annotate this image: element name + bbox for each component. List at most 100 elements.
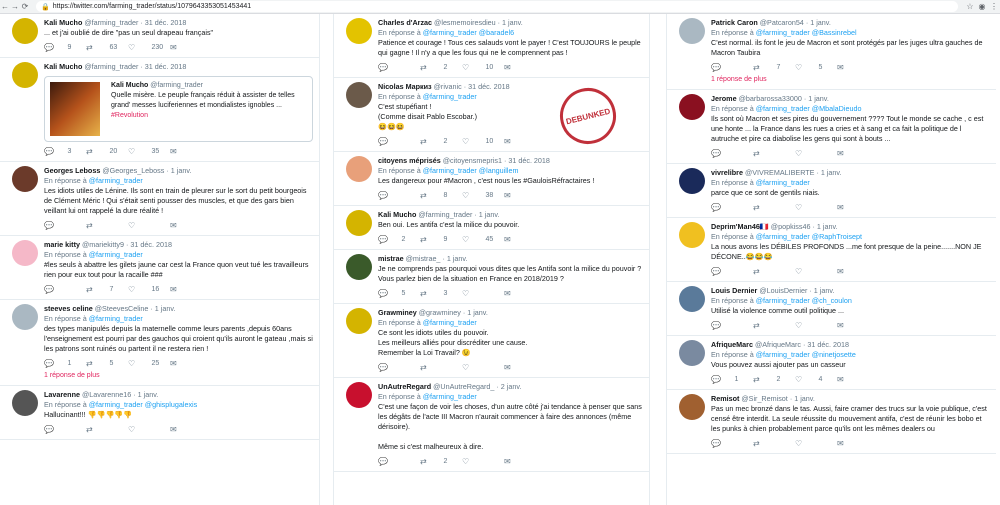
tweet[interactable]: Kali Mucho @farming_trader · 1 janv. Ben … bbox=[334, 206, 649, 250]
author-name[interactable]: AfriqueMarc bbox=[711, 340, 753, 349]
reply-mentions[interactable]: @farming_trader bbox=[423, 318, 477, 327]
retweet-action[interactable]: ⇄ 2 bbox=[753, 375, 795, 385]
tweet-date[interactable]: · 31 déc. 2018 bbox=[803, 340, 849, 349]
tweet-date[interactable]: · 1 janv. bbox=[166, 166, 191, 175]
reply-action[interactable]: 💬 1 bbox=[44, 359, 86, 369]
like-action[interactable]: ♡ bbox=[462, 289, 504, 299]
reply-icon[interactable]: 💬 bbox=[44, 221, 63, 231]
dm-icon[interactable]: ✉ bbox=[837, 267, 874, 277]
dm-icon[interactable]: ✉ bbox=[837, 321, 874, 331]
avatar[interactable] bbox=[679, 394, 705, 420]
dm-action[interactable]: ✉ bbox=[837, 321, 879, 331]
author-name[interactable]: citoyens méprisés bbox=[378, 156, 441, 165]
dm-action[interactable]: ✉ bbox=[504, 191, 546, 201]
retweet-action[interactable]: ⇄ 3 bbox=[420, 289, 462, 299]
avatar[interactable] bbox=[679, 340, 705, 366]
tweet[interactable]: vivrelibre @VIVREMALIBERTE · 1 janv. En r… bbox=[667, 164, 996, 218]
reply-mentions[interactable]: @farming_trader @ch_coulon bbox=[756, 296, 852, 305]
reply-icon[interactable]: 💬 bbox=[711, 149, 730, 159]
retweet-icon[interactable]: ⇄ bbox=[420, 63, 439, 73]
retweet-action[interactable]: ⇄ bbox=[86, 425, 128, 435]
dm-action[interactable]: ✉ bbox=[170, 147, 212, 157]
retweet-action[interactable]: ⇄ 7 bbox=[86, 285, 128, 295]
like-action[interactable]: ♡ bbox=[462, 457, 504, 467]
author-handle[interactable]: @Patcaron54 bbox=[760, 18, 804, 27]
retweet-action[interactable]: ⇄ bbox=[86, 221, 128, 231]
avatar[interactable] bbox=[346, 210, 372, 236]
dm-action[interactable]: ✉ bbox=[837, 375, 879, 385]
dm-icon[interactable]: ✉ bbox=[504, 137, 541, 147]
author-name[interactable]: Remisot bbox=[711, 394, 739, 403]
author-name[interactable]: Kali Mucho bbox=[44, 62, 82, 71]
like-action[interactable]: ♡ 230 bbox=[128, 43, 170, 53]
author-name[interactable]: Charles d'Arzac bbox=[378, 18, 432, 27]
author-handle[interactable]: @farming_trader bbox=[84, 62, 138, 71]
avatar[interactable] bbox=[679, 286, 705, 312]
retweet-icon[interactable]: ⇄ bbox=[753, 439, 772, 449]
like-action[interactable]: ♡ 4 bbox=[795, 375, 837, 385]
tweet-date[interactable]: · 1 janv. bbox=[498, 18, 523, 27]
reply-action[interactable]: 💬 1 bbox=[711, 375, 753, 385]
avatar[interactable] bbox=[679, 18, 705, 44]
reply-action[interactable]: 💬 bbox=[378, 63, 420, 73]
like-action[interactable]: ♡ 10 bbox=[462, 137, 504, 147]
author-handle[interactable]: @mariekitty9 bbox=[82, 240, 124, 249]
like-action[interactable]: ♡ 5 bbox=[795, 63, 837, 73]
retweet-icon[interactable]: ⇄ bbox=[753, 321, 772, 331]
reply-icon[interactable]: 💬 bbox=[378, 137, 397, 147]
reply-mentions[interactable]: @farming_trader bbox=[89, 314, 143, 323]
tweet-date[interactable]: · 31 déc. 2018 bbox=[140, 18, 186, 27]
tweet-date[interactable]: · 1 janv. bbox=[806, 18, 831, 27]
avatar[interactable] bbox=[346, 18, 372, 44]
like-action[interactable]: ♡ bbox=[462, 363, 504, 373]
retweet-icon[interactable]: ⇄ bbox=[86, 359, 105, 369]
reply-action[interactable]: 💬 bbox=[711, 203, 753, 213]
dm-icon[interactable]: ✉ bbox=[837, 149, 874, 159]
author-handle[interactable]: @VIVREMALIBERTE bbox=[745, 168, 814, 177]
author-handle[interactable]: @farming_trader bbox=[84, 18, 138, 27]
retweet-action[interactable]: ⇄ 2 bbox=[420, 137, 462, 147]
avatar[interactable] bbox=[346, 254, 372, 280]
show-more-replies[interactable]: 1 réponse de plus bbox=[44, 369, 313, 381]
avatar[interactable] bbox=[346, 82, 372, 108]
like-icon[interactable]: ♡ bbox=[128, 221, 147, 231]
reply-icon[interactable]: 💬 bbox=[711, 267, 730, 277]
reply-action[interactable]: 💬 bbox=[378, 191, 420, 201]
tweet[interactable]: Patrick Caron @Patcaron54 · 1 janv. En ré… bbox=[667, 14, 996, 90]
reply-icon[interactable]: 💬 bbox=[378, 63, 397, 73]
dm-action[interactable]: ✉ bbox=[170, 425, 212, 435]
menu-icon[interactable]: ⋮ bbox=[988, 2, 1000, 11]
tweet[interactable]: mistrae @mistrae_ · 1 janv. Je ne compren… bbox=[334, 250, 649, 304]
reply-action[interactable]: 💬 bbox=[378, 457, 420, 467]
quoted-tweet[interactable]: Kali Mucho @farming_trader Quelle misère.… bbox=[44, 76, 313, 142]
quoted-hashtag[interactable]: #Revolution bbox=[111, 111, 306, 121]
tweet[interactable]: citoyens méprisés @citoyensmepris1 · 31 … bbox=[334, 152, 649, 206]
dm-icon[interactable]: ✉ bbox=[504, 457, 541, 467]
dm-icon[interactable]: ✉ bbox=[170, 285, 207, 295]
author-handle[interactable]: @Lavarenne16 bbox=[82, 390, 131, 399]
avatar[interactable] bbox=[346, 382, 372, 408]
author-name[interactable]: Grawminey bbox=[378, 308, 417, 317]
retweet-action[interactable]: ⇄ 8 bbox=[420, 191, 462, 201]
dm-action[interactable]: ✉ bbox=[837, 63, 879, 73]
like-action[interactable]: ♡ bbox=[795, 321, 837, 331]
retweet-action[interactable]: ⇄ 63 bbox=[86, 43, 128, 53]
reply-action[interactable]: 💬 9 bbox=[44, 43, 86, 53]
dm-action[interactable]: ✉ bbox=[837, 267, 879, 277]
reply-mentions[interactable]: @farming_trader bbox=[89, 176, 143, 185]
dm-action[interactable]: ✉ bbox=[837, 439, 879, 449]
retweet-action[interactable]: ⇄ bbox=[420, 363, 462, 373]
retweet-action[interactable]: ⇄ bbox=[753, 203, 795, 213]
retweet-icon[interactable]: ⇄ bbox=[753, 149, 772, 159]
reply-action[interactable]: 💬 bbox=[44, 425, 86, 435]
author-handle[interactable]: @barbarossa33000 bbox=[739, 94, 802, 103]
author-name[interactable]: Georges Leboss bbox=[44, 166, 100, 175]
retweet-action[interactable]: ⇄ 20 bbox=[86, 147, 128, 157]
like-action[interactable]: ♡ 10 bbox=[462, 63, 504, 73]
tweet[interactable]: AfriqueMarc @AfriqueMarc · 31 déc. 2018 E… bbox=[667, 336, 996, 390]
tweet[interactable]: Louis Dernier @LouisDernier · 1 janv. En … bbox=[667, 282, 996, 336]
forward-icon[interactable]: → bbox=[10, 2, 20, 11]
reply-mentions[interactable]: @farming_trader @languillem bbox=[423, 166, 519, 175]
avatar[interactable] bbox=[12, 18, 38, 44]
dm-action[interactable]: ✉ bbox=[504, 289, 546, 299]
